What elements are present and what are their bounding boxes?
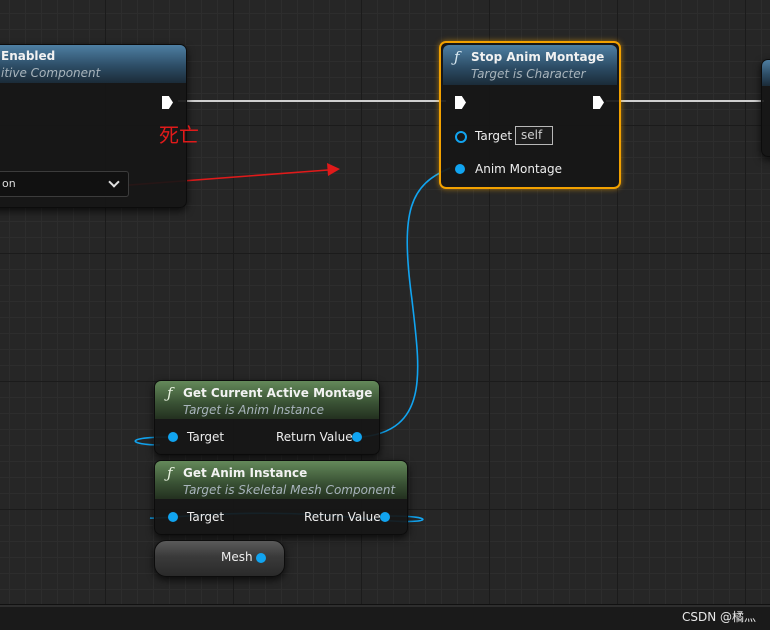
node-title: Enabled (1, 49, 56, 63)
target-pin-icon[interactable] (168, 512, 178, 522)
chevron-down-icon (108, 176, 120, 188)
node-subtitle: Target is Character (471, 67, 586, 81)
exec-out-pin-icon[interactable] (593, 96, 604, 109)
watermark: CSDN @橘灬 (681, 610, 756, 624)
function-f-icon: ƒ (454, 48, 460, 66)
mesh-variable-label: Mesh (221, 550, 253, 564)
next-node-partial[interactable] (761, 59, 770, 157)
collision-type-dropdown[interactable]: on (0, 171, 129, 197)
bottom-status-bar (0, 604, 770, 630)
node-subtitle: Target is Anim Instance (183, 403, 324, 417)
exec-in-pin-icon[interactable] (455, 96, 466, 109)
target-pin-icon[interactable] (168, 432, 178, 442)
annotation-text: 死亡 (159, 123, 199, 147)
function-f-icon: ƒ (167, 464, 173, 482)
target-pin-label: Target (187, 430, 225, 444)
return-value-pin-icon[interactable] (380, 512, 390, 522)
mesh-variable-node[interactable]: Mesh (154, 540, 285, 577)
target-self-field[interactable]: self (515, 126, 553, 145)
function-f-icon: ƒ (167, 384, 173, 402)
get-current-active-montage-node[interactable]: ƒ Get Current Active Montage Target is A… (154, 380, 380, 455)
return-value-pin-icon[interactable] (352, 432, 362, 442)
exec-out-pin-icon[interactable] (162, 96, 173, 109)
node-subtitle: itive Component (1, 66, 101, 80)
anim-montage-pin-label: Anim Montage (475, 162, 563, 176)
target-pin-icon[interactable] (455, 131, 467, 143)
annotation-arrow-head (327, 163, 340, 176)
node-title: Get Current Active Montage (183, 386, 373, 400)
node-title: Get Anim Instance (183, 466, 308, 480)
node-header (762, 60, 770, 86)
node-title: Stop Anim Montage (471, 50, 605, 64)
target-pin-label: Target (475, 129, 513, 143)
target-pin-label: Target (187, 510, 225, 524)
get-anim-instance-node[interactable]: ƒ Get Anim Instance Target is Skeletal M… (154, 460, 408, 535)
blueprint-graph-canvas[interactable]: Enabled itive Component on 死亡 ƒ Stop Ani… (0, 0, 770, 604)
mesh-pin-icon[interactable] (256, 553, 266, 563)
anim-montage-pin-icon[interactable] (455, 164, 465, 174)
node-subtitle: Target is Skeletal Mesh Component (183, 483, 396, 497)
dropdown-value: on (2, 177, 16, 190)
stop-anim-montage-node[interactable]: ƒ Stop Anim Montage Target is Character … (439, 41, 621, 189)
return-value-pin-label: Return Value (276, 430, 353, 444)
status-bar-divider (0, 605, 770, 607)
return-value-pin-label: Return Value (304, 510, 381, 524)
